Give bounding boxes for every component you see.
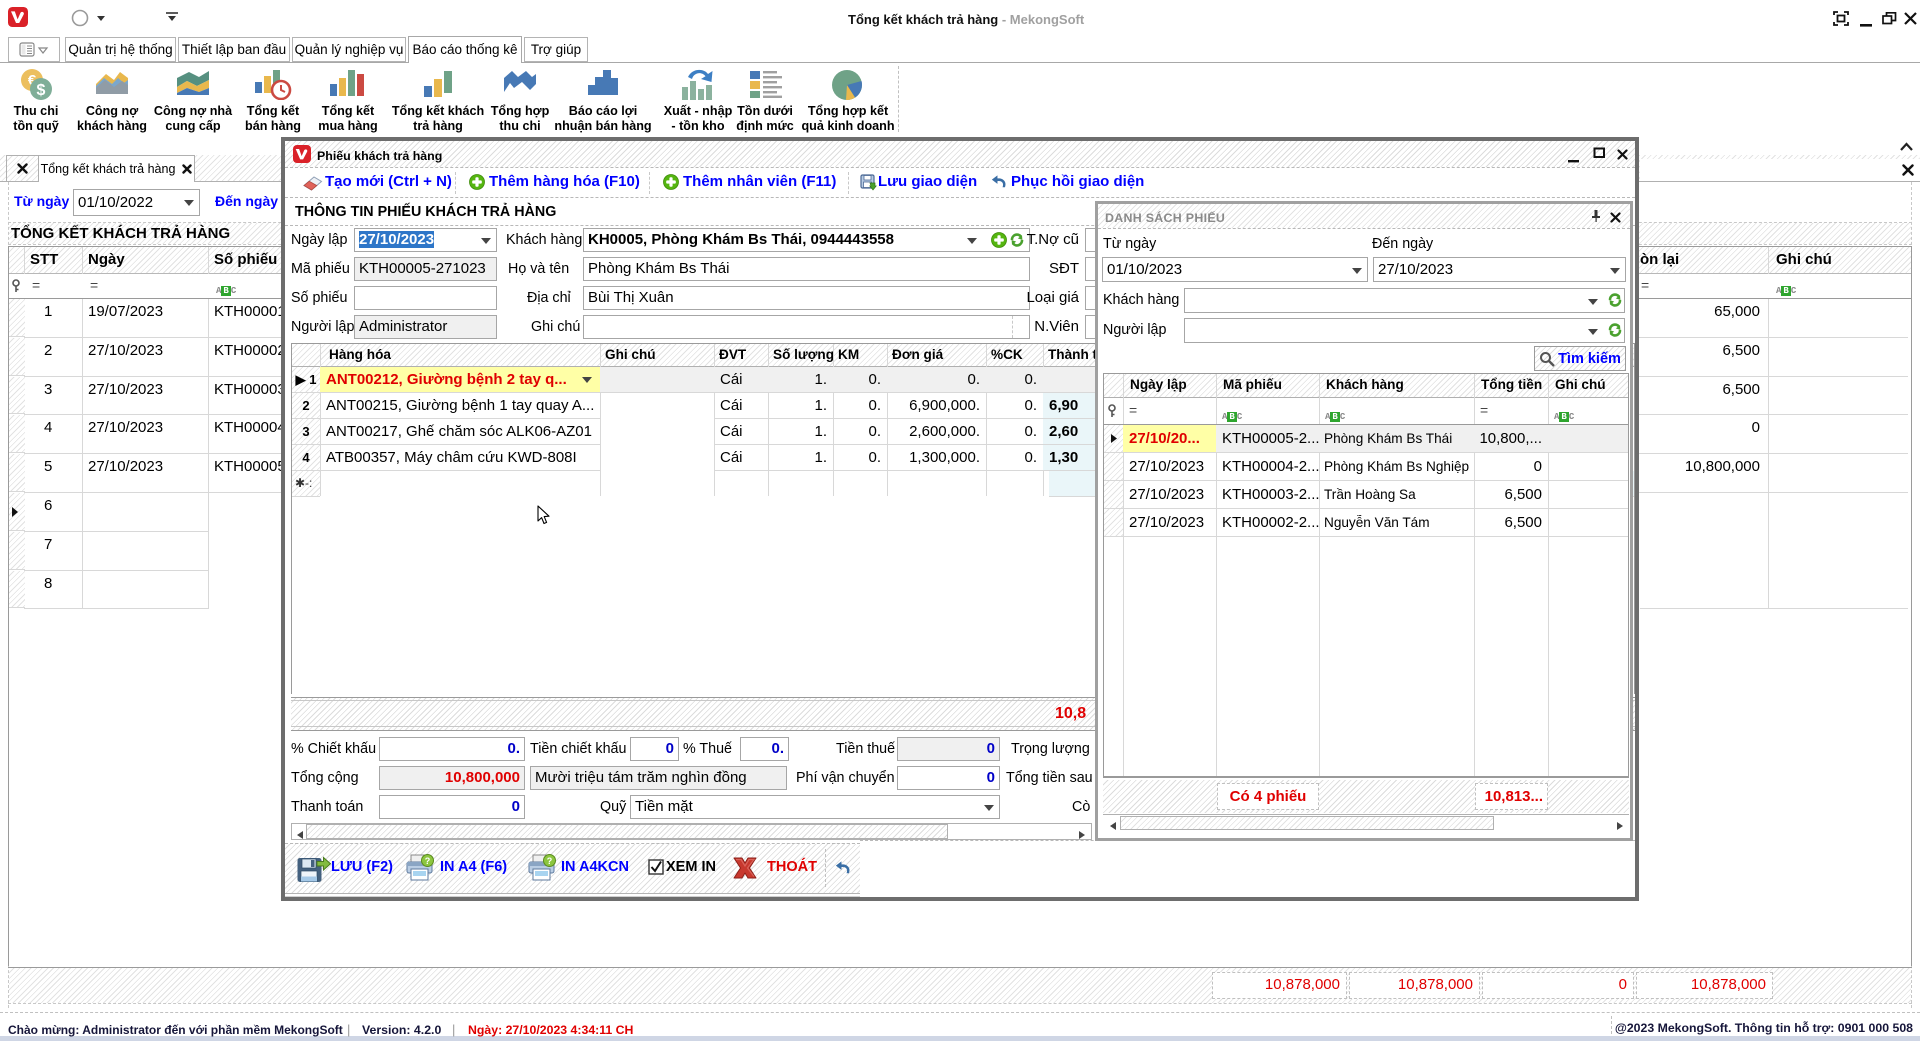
svg-text:$: $ [37,82,46,99]
svg-text:?: ? [547,856,553,866]
svg-text:?: ? [425,856,431,866]
